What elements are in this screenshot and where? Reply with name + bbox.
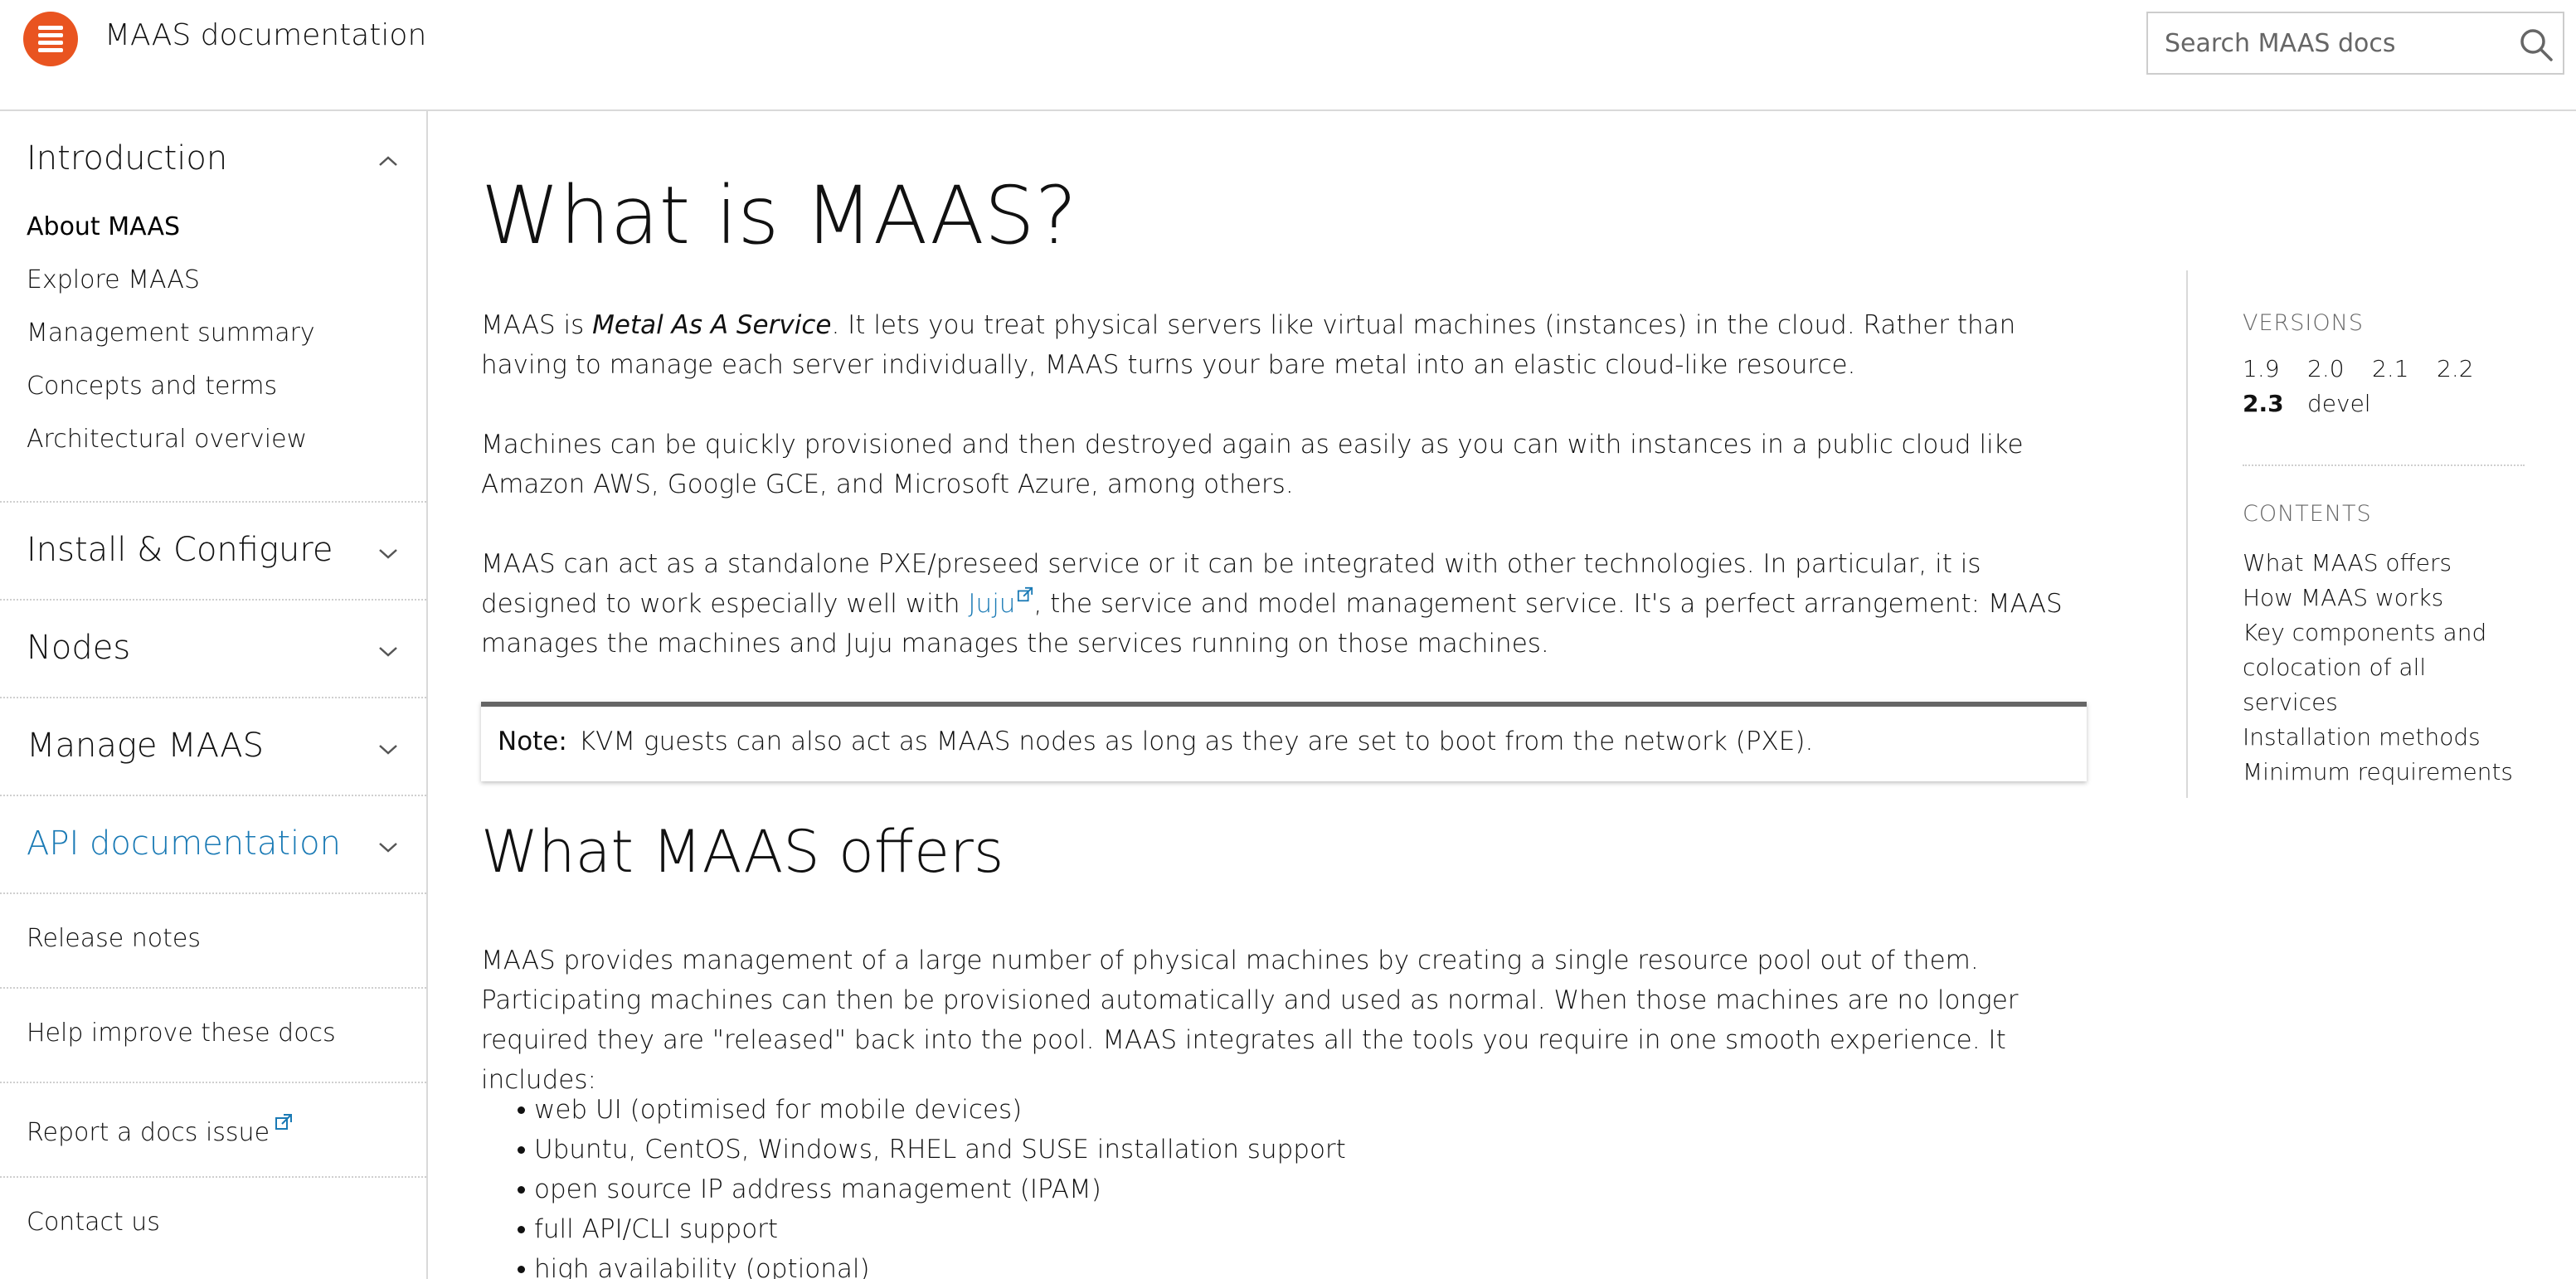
list-item: web UI (optimised for mobile devices)	[481, 1090, 1346, 1130]
sidebar-divider	[0, 501, 426, 503]
sidebar-divider	[0, 599, 426, 601]
toc-link-how-maas-works[interactable]: How MAAS works	[2243, 581, 2525, 615]
juju-paragraph: MAAS can act as a standalone PXE/preseed…	[481, 544, 2090, 664]
toc-link-what-maas-offers[interactable]: What MAAS offers	[2243, 546, 2525, 581]
intro-text: MAAS is	[481, 310, 593, 340]
menu-logo-icon[interactable]	[23, 12, 78, 66]
page-aside: VERSIONS 1.9 2.0 2.1 2.2 2.3 devel CONTE…	[2186, 270, 2525, 798]
note-body: KVM guests can also act as MAAS nodes as…	[578, 727, 1814, 756]
note-text: Note: KVM guests can also act as MAAS nod…	[498, 727, 1813, 756]
versions-label: VERSIONS	[2243, 310, 2364, 336]
sidebar-link-report-docs-issue[interactable]: Report a docs issue	[27, 1113, 293, 1147]
juju-link-label: Juju	[968, 589, 1016, 619]
intro-emphasis: Metal As A Service	[592, 310, 832, 340]
table-of-contents: What MAAS offers How MAAS works Key comp…	[2243, 546, 2525, 790]
toc-link-key-components[interactable]: Key components and colocation of all ser…	[2243, 615, 2525, 720]
nav-section-install-configure[interactable]: Install & Configure	[27, 531, 333, 569]
sidebar-divider	[0, 697, 426, 698]
sidebar-link-help-improve-docs[interactable]: Help improve these docs	[27, 1019, 336, 1048]
sidebar-item-explore-maas[interactable]: Explore MAAS	[27, 265, 200, 294]
sidebar-divider	[0, 892, 426, 894]
external-link-icon	[1018, 586, 1033, 601]
sidebar-divider	[0, 1176, 426, 1178]
section-heading-what-maas-offers: What MAAS offers	[481, 818, 1004, 886]
juju-link[interactable]: Juju	[968, 586, 1033, 619]
report-docs-issue-label: Report a docs issue	[27, 1118, 270, 1147]
note-label: Note:	[498, 727, 567, 756]
site-title[interactable]: MAAS documentation	[104, 18, 426, 52]
sidebar-item-about-maas[interactable]: About MAAS	[27, 212, 180, 241]
chevron-down-icon[interactable]	[377, 743, 400, 756]
sidebar-link-contact-us[interactable]: Contact us	[27, 1208, 160, 1237]
version-link-devel[interactable]: devel	[2307, 390, 2371, 417]
version-link-2-1[interactable]: 2.1	[2372, 355, 2409, 382]
sidebar-divider	[0, 1082, 426, 1083]
sidebar-divider	[0, 987, 426, 989]
sidebar-nav: Introduction About MAAS Explore MAAS Man…	[0, 111, 428, 1279]
note-box: Note: KVM guests can also act as MAAS nod…	[481, 702, 2087, 781]
aside-divider	[2243, 464, 2525, 466]
toc-link-installation-methods[interactable]: Installation methods	[2243, 720, 2525, 755]
sidebar-item-management-summary[interactable]: Management summary	[27, 319, 315, 348]
nav-section-api-documentation[interactable]: API documentation	[27, 824, 341, 863]
intro-paragraph: MAAS is Metal As A Service. It lets you …	[481, 305, 2090, 385]
chevron-down-icon[interactable]	[377, 841, 400, 854]
sidebar-item-architectural-overview[interactable]: Architectural overview	[27, 425, 307, 454]
version-link-2-0[interactable]: 2.0	[2307, 355, 2345, 382]
chevron-down-icon[interactable]	[377, 645, 400, 659]
search-icon[interactable]	[2516, 25, 2556, 65]
chevron-down-icon[interactable]	[377, 547, 400, 561]
toc-link-minimum-requirements[interactable]: Minimum requirements	[2243, 755, 2525, 790]
list-item: full API/CLI support	[481, 1209, 1346, 1249]
version-link-2-2[interactable]: 2.2	[2437, 355, 2474, 382]
features-list: web UI (optimised for mobile devices) Ub…	[481, 1090, 1346, 1279]
nav-section-manage-maas[interactable]: Manage MAAS	[27, 727, 264, 765]
list-item: high availability (optional)	[481, 1249, 1346, 1279]
provisioning-paragraph: Machines can be quickly provisioned and …	[481, 430, 2024, 499]
chevron-up-icon[interactable]	[377, 154, 400, 168]
search-box	[2146, 12, 2564, 75]
sidebar-item-concepts-and-terms[interactable]: Concepts and terms	[27, 372, 277, 401]
version-current-2-3[interactable]: 2.3	[2243, 390, 2284, 417]
page-title: What is MAAS?	[481, 169, 1077, 262]
site-header: MAAS documentation	[0, 0, 2576, 111]
offers-paragraph: MAAS provides management of a large numb…	[481, 946, 2019, 1095]
search-input[interactable]	[2150, 15, 2506, 71]
sidebar-divider	[0, 795, 426, 796]
list-item: Ubuntu, CentOS, Windows, RHEL and SUSE i…	[481, 1130, 1346, 1170]
contents-label: CONTENTS	[2243, 501, 2372, 527]
version-link-1-9[interactable]: 1.9	[2243, 355, 2280, 382]
list-item: open source IP address management (IPAM)	[481, 1170, 1346, 1209]
nav-section-nodes[interactable]: Nodes	[27, 629, 130, 667]
nav-section-introduction[interactable]: Introduction	[27, 139, 227, 178]
sidebar-link-release-notes[interactable]: Release notes	[27, 924, 201, 953]
external-link-icon	[275, 1114, 293, 1130]
